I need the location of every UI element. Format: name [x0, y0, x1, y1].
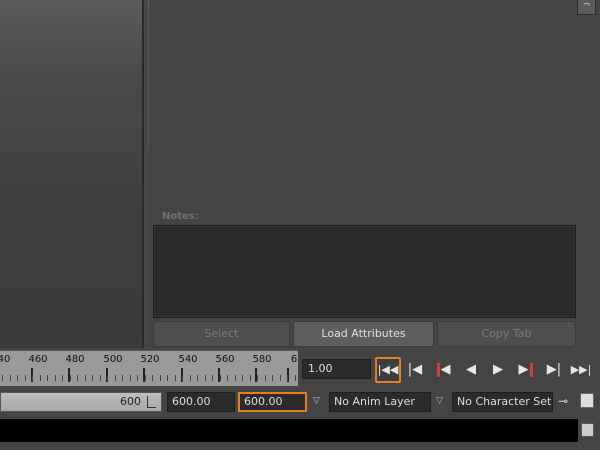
timeline-tick-label: 480 [65, 354, 85, 365]
copy-tab-button[interactable]: Copy Tab [437, 321, 576, 347]
timeline-minor-tick [227, 375, 228, 381]
step-back-icon: |◀ [407, 362, 423, 377]
attribute-panel [150, 0, 600, 210]
timeline-minor-tick [294, 375, 296, 381]
timeline-minor-tick [249, 375, 251, 381]
timeline-minor-tick [92, 375, 93, 381]
play-backwards-button[interactable]: ◀ [460, 359, 482, 381]
character-set-dropdown-icon[interactable]: ▽ [436, 396, 446, 406]
anim-layer-dropdown-icon[interactable]: ▽ [313, 396, 323, 406]
timeline-minor-tick [9, 375, 11, 381]
timeline-minor-tick [84, 375, 86, 381]
timeline-tick-label: 460 [28, 354, 48, 365]
timeline-minor-tick [62, 375, 63, 381]
step-forward-icon: ▶| [546, 362, 562, 377]
viewport-panel[interactable] [0, 0, 144, 348]
timeline-minor-tick [69, 375, 71, 381]
timeline-minor-tick [189, 375, 191, 381]
animation-preferences-icon[interactable] [580, 393, 594, 408]
range-handle[interactable] [147, 396, 156, 408]
timeline-minor-tick [24, 375, 26, 381]
step-forward-key-icon: ▶ [519, 362, 534, 377]
timeline-tick-label: 40 [0, 354, 11, 365]
timeline-minor-tick [32, 375, 33, 381]
timeline-minor-tick [39, 375, 41, 381]
timeline-minor-tick [122, 375, 123, 381]
time-slider[interactable]: 40 460 480 500 520 540 560 580 6 [0, 350, 298, 386]
step-forward-key-button[interactable]: ▶ [515, 359, 537, 381]
timeline-tick-label: 520 [140, 354, 160, 365]
timeline-minor-tick [197, 375, 198, 381]
timeline-minor-tick [129, 375, 131, 381]
timeline-minor-tick [17, 375, 18, 381]
timeline-minor-tick [77, 375, 78, 381]
timeline-minor-tick [279, 375, 281, 381]
timeline-minor-tick [234, 375, 236, 381]
command-line[interactable] [0, 419, 578, 442]
timeline-minor-tick [54, 375, 56, 381]
load-attributes-button[interactable]: Load Attributes [293, 321, 434, 347]
timeline-minor-tick [152, 375, 153, 381]
timeline-minor-tick [242, 375, 243, 381]
timeline-minor-tick [2, 375, 3, 381]
play-forwards-icon: ▶ [493, 362, 503, 377]
timeline-minor-tick [137, 375, 138, 381]
auto-key-icon[interactable]: ⊸ [558, 394, 576, 408]
timeline-tick-label: 560 [215, 354, 235, 365]
timeline-minor-tick [212, 375, 213, 381]
timeline-minor-tick [144, 375, 146, 381]
go-to-start-button[interactable]: |◀◀ [375, 357, 401, 383]
play-backwards-icon: ◀ [466, 362, 476, 377]
notes-textarea[interactable] [153, 225, 576, 318]
range-slider[interactable]: 600 [0, 392, 162, 412]
timeline-minor-tick [204, 375, 206, 381]
timeline-minor-tick [99, 375, 101, 381]
timeline-minor-tick [219, 375, 221, 381]
playback-end-field[interactable]: 600.00 [238, 392, 307, 412]
script-editor-icon[interactable] [581, 423, 594, 437]
character-set-dropdown[interactable]: No Character Set [452, 392, 553, 412]
timeline-minor-tick [182, 375, 183, 381]
step-forward-frame-button[interactable]: ▶| [543, 359, 565, 381]
timeline-minor-tick [47, 375, 48, 381]
timeline-minor-tick [287, 375, 288, 381]
timeline-minor-tick [167, 375, 168, 381]
timeline-tick-label: 540 [178, 354, 198, 365]
playback-start-field[interactable]: 600.00 [167, 392, 235, 412]
step-back-key-icon: ◀ [436, 362, 451, 377]
go-to-end-icon: ▶▶| [570, 363, 592, 376]
current-time-field[interactable]: 1.00 [302, 359, 371, 379]
timeline-minor-tick [264, 375, 266, 381]
timeline-tick-label: 580 [252, 354, 272, 365]
timeline-minor-tick [174, 375, 176, 381]
timeline-tick-label: 500 [103, 354, 123, 365]
range-slider-value: 600 [120, 395, 141, 408]
go-to-end-button[interactable]: ▶▶| [570, 359, 592, 381]
panel-corner-button[interactable]: ¬ [577, 0, 596, 15]
go-to-start-icon: |◀◀ [377, 363, 399, 376]
select-button[interactable]: Select [153, 321, 290, 347]
timeline-minor-tick [159, 375, 161, 381]
timeline-minor-tick [107, 375, 108, 381]
notes-label: Notes: [162, 211, 199, 222]
timeline-minor-tick [272, 375, 273, 381]
step-back-frame-button[interactable]: |◀ [404, 359, 426, 381]
timeline-minor-tick [257, 375, 258, 381]
play-forwards-button[interactable]: ▶ [487, 359, 509, 381]
step-back-key-button[interactable]: ◀ [432, 359, 454, 381]
anim-layer-dropdown[interactable]: No Anim Layer [329, 392, 431, 412]
timeline-minor-tick [114, 375, 116, 381]
